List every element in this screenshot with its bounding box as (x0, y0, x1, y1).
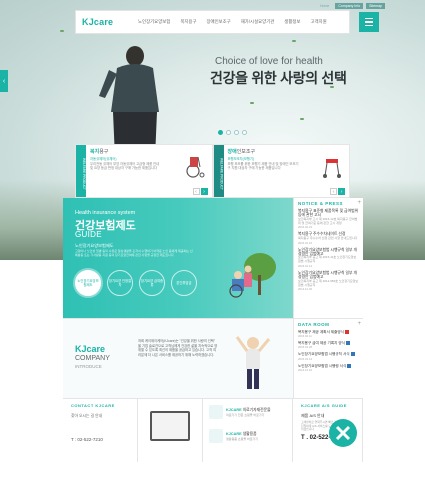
insurance-steps: 노인장기요양보험제도 장기요양 인정절차 장기요양 급여종류 본인부담금 (75, 270, 197, 296)
company-intro-section: KJcare COMPANY INTRODUCE 저희 케이제이케어(KJcar… (63, 318, 293, 398)
slide-dot[interactable] (218, 130, 223, 135)
as-guide-panel[interactable]: KJCARE A/S GUIDE 제품 A/S 안내 고객센터로 연락주시면 빠… (293, 399, 363, 462)
nav-item[interactable]: 노인장기요양보험 (138, 19, 170, 25)
hamburger-icon[interactable] (359, 12, 379, 32)
quick-link-medical[interactable]: KJCARE 의료기자재전문몰 의료기기 전문 쇼핑몰 바로가기 (209, 405, 286, 419)
data-room-item[interactable]: 노인장기요양보험법 시행규칙 서식 2015.01.14 (298, 352, 359, 361)
company-info-link[interactable]: Company Info (335, 3, 364, 9)
card-description: 보행 보조를 위한 보행기 제품 안내 및 장애인 보조기구 지원 대상자 구매… (227, 161, 299, 171)
nav-item[interactable]: 재가/시설요양기관 (241, 19, 275, 25)
insurance-guide-label: GUIDE (75, 230, 102, 239)
doc-icon (345, 341, 350, 346)
product-card[interactable]: WELFARE PRODUCT 장애인보조구 보행보조차(보행기) 보행 보조를… (212, 144, 350, 198)
card-prev-button[interactable]: ‹ (330, 188, 337, 195)
data-room-item[interactable]: 복지용구 급여 제공 기록지 양식 2015.01.28 (298, 341, 359, 349)
card-tab-label: WELFARE PRODUCT (76, 145, 86, 197)
nav-item[interactable]: 고객지원 (310, 19, 326, 25)
hero-subtitle: Choice of love for health (215, 56, 323, 67)
walker-icon (323, 159, 341, 178)
notice-item[interactable]: 복지용구 주수수차네이트 선정 복지용구 주수수차 선정 관련 사항 안내드립니… (298, 232, 359, 244)
slide-dot[interactable] (226, 130, 231, 135)
child-image (235, 336, 271, 389)
data-room-more-button[interactable]: + (357, 321, 361, 327)
top-navigation-bar: KJcare 노인장기요양보험 복지용구 장애인보조구 재가/시설요양기관 생활… (75, 10, 379, 34)
contact-phone: T : 02-522-7210 (71, 437, 103, 442)
sitemap-link[interactable]: Sitemap (366, 3, 385, 9)
doc-icon (347, 363, 352, 368)
leaf-decoration (250, 102, 254, 104)
leaf-decoration (292, 40, 296, 42)
company-text: 저희 케이제이케어(KJcare)는 "건강을 위한 사랑의 선택" 을 기업 … (138, 339, 218, 357)
main-nav: 노인장기요양보험 복지용구 장애인보조구 재가/시설요양기관 생활정보 고객지원 (138, 19, 343, 25)
slide-dot[interactable] (234, 130, 239, 135)
insurance-step-button[interactable]: 본인부담금 (171, 270, 197, 296)
medical-shop-icon (209, 405, 223, 419)
card-tab-label: WELFARE PRODUCT (213, 145, 224, 197)
company-title: COMPANY (75, 355, 110, 362)
nav-item[interactable]: 복지용구 (180, 19, 196, 25)
data-room-heading: DATA ROOM (298, 322, 330, 327)
doc-icon (350, 352, 355, 357)
contact-panel[interactable]: CONTACT KJCARE 찾아 오시는 길 안내 T : 02-522-72… (63, 399, 138, 462)
data-room-panel: DATA ROOM + 복지용구 제공 계획서 제출양식 2015.02.11 … (293, 318, 363, 398)
insurance-step-button[interactable]: 장기요양 급여종류 (139, 270, 165, 296)
bottom-quick-links: CONTACT KJCARE 찾아 오시는 길 안내 T : 02-522-72… (63, 398, 363, 462)
nav-item[interactable]: 장애인보조구 (207, 19, 231, 25)
notice-item[interactable]: 복지용구 표준형 제품목록 및 급여범위 등에 관한 고시 보건복지부 고시 제… (298, 209, 359, 229)
slide-indicators (218, 130, 247, 135)
insurance-description: 고령이나 노인성 질병 등의 사유로 일상생활을 혼자서 수행하기 어려운 노인… (75, 249, 193, 258)
site-logo[interactable]: KJcare (82, 17, 138, 27)
leaf-decoration (300, 118, 304, 120)
insurance-step-button[interactable]: 노인장기요양보험제도 (75, 270, 101, 296)
data-room-item[interactable]: 복지용구 제공 계획서 제출양식 2015.02.11 (298, 330, 359, 338)
elderly-wheelchair-image (229, 253, 276, 298)
tablet-map-icon (150, 411, 190, 441)
contact-subtitle: 찾아 오시는 길 안내 (71, 414, 103, 418)
hero-prev-arrow[interactable]: ‹ (0, 70, 8, 92)
contact-heading: CONTACT KJCARE (71, 403, 115, 408)
hero-title: 건강을 위한 사랑의 선택 (210, 70, 347, 86)
top-utility-links: Home Company Info Sitemap (317, 3, 385, 9)
main-content: Health insurance system 건강보험제도 GUIDE 노인장… (63, 198, 363, 500)
insurance-step-button[interactable]: 장기요양 인정절차 (107, 270, 133, 296)
tools-icon (329, 419, 357, 447)
map-tablet-panel[interactable] (138, 399, 203, 462)
card-description: 우리전동 휠체어 부양 자동휠체어 고급형 제품 안내 및 요양 등급 판정 대… (90, 161, 160, 171)
insurance-en-title: Health insurance system (75, 210, 136, 216)
pdf-icon (344, 330, 349, 335)
company-subtitle: INTRODUCE (75, 364, 102, 369)
insurance-guide-section: Health insurance system 건강보험제도 GUIDE 노인장… (63, 198, 293, 318)
notice-item[interactable]: 노인장기요양보험법 시행규칙 일부 개정령안 입법예고 보건복지부 공고 제 2… (298, 248, 359, 268)
wheelchair-icon (185, 156, 204, 178)
quick-link-living[interactable]: KJCARE 생활용품 생활용품 쇼핑몰 바로가기 (209, 429, 286, 443)
as-heading: KJCARE A/S GUIDE (301, 403, 347, 408)
living-shop-icon (209, 429, 223, 443)
card-prev-button[interactable]: ‹ (192, 188, 200, 195)
product-card[interactable]: WELFARE PRODUCT 복지용구 자동휠체어(휠체어) 우리전동 휠체어… (75, 144, 213, 198)
notice-item[interactable]: 노인장기요양보험법 시행규칙 일부 개정령안 입법예고 보건복지부 공고 제 2… (298, 271, 359, 291)
notice-more-button[interactable]: + (357, 200, 361, 206)
notice-press-panel: NOTICE & PRESS + 복지용구 표준형 제품목록 및 급여범위 등에… (293, 198, 363, 318)
product-cards: WELFARE PRODUCT 복지용구 자동휠체어(휠체어) 우리전동 휠체어… (75, 144, 350, 198)
leaf-decoration (60, 30, 64, 32)
slide-dot[interactable] (242, 130, 247, 135)
nav-item[interactable]: 생활정보 (284, 19, 300, 25)
data-room-item[interactable]: 노인장기요양보험법 시행령 서식 2014.12.22 (298, 364, 359, 372)
company-logo: KJcare (75, 344, 106, 354)
quick-shop-panel: KJCARE 의료기자재전문몰 의료기기 전문 쇼핑몰 바로가기 KJCARE … (203, 399, 293, 462)
card-next-button[interactable]: › (338, 188, 345, 195)
home-link[interactable]: Home (317, 3, 332, 9)
hero-person-image (99, 46, 159, 158)
notice-heading: NOTICE & PRESS (298, 201, 344, 206)
card-next-button[interactable]: › (200, 188, 208, 195)
